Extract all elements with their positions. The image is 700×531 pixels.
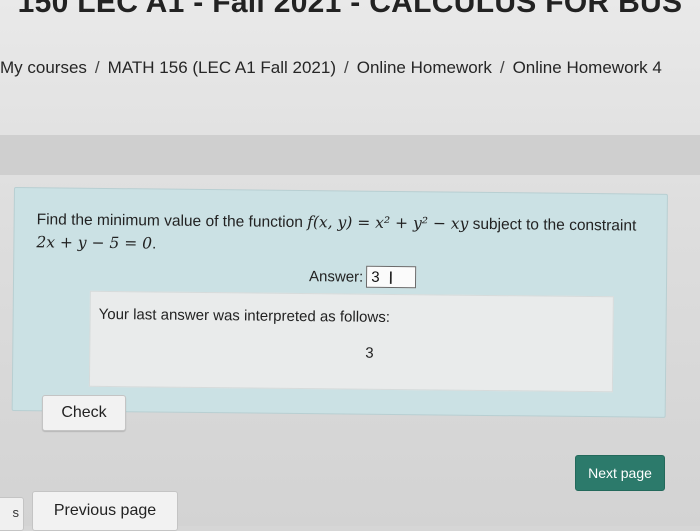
question-end: . [151, 235, 157, 253]
question-constraint: 2x + y − 5 = 0 [36, 233, 153, 253]
check-button[interactable]: Check [42, 395, 126, 431]
question-card: Find the minimum value of the function f… [11, 187, 668, 418]
breadcrumb-separator: / [344, 58, 349, 77]
question-function: f(x, y) = x² + y² − xy [307, 213, 469, 233]
answer-row: Answer: I [308, 263, 417, 290]
breadcrumb-separator: / [499, 58, 505, 77]
text-cursor-icon: I [388, 267, 394, 288]
course-title: 150 LEC A1 - Fall 2021 - CALCULUS FOR BU… [17, 0, 683, 19]
breadcrumb-item-online-homework[interactable]: Online Homework [357, 58, 492, 77]
question-text: Find the minimum value of the function f… [36, 208, 636, 260]
question-intro: Find the minimum value of the function [36, 211, 308, 232]
interpretation-box: Your last answer was interpreted as foll… [88, 290, 614, 393]
divider-band [0, 135, 700, 175]
breadcrumb-item-my-courses[interactable]: My courses [0, 58, 87, 77]
interpretation-value: 3 [365, 344, 374, 362]
breadcrumb-item-online-homework-4[interactable]: Online Homework 4 [513, 58, 662, 77]
next-page-button[interactable]: Next page [575, 455, 665, 491]
interpretation-label: Your last answer was interpreted as foll… [98, 305, 391, 326]
question-mid: subject to the constraint [468, 215, 637, 235]
breadcrumb-separator: / [94, 58, 100, 77]
breadcrumb: My courses / MATH 156 (LEC A1 Fall 2021) / O… [0, 58, 662, 78]
answer-input-wrapper: I [366, 265, 417, 289]
answer-label: Answer: [308, 267, 364, 286]
previous-page-button[interactable]: Previous page [32, 491, 178, 531]
breadcrumb-item-course[interactable]: MATH 156 (LEC A1 Fall 2021) [108, 58, 336, 77]
